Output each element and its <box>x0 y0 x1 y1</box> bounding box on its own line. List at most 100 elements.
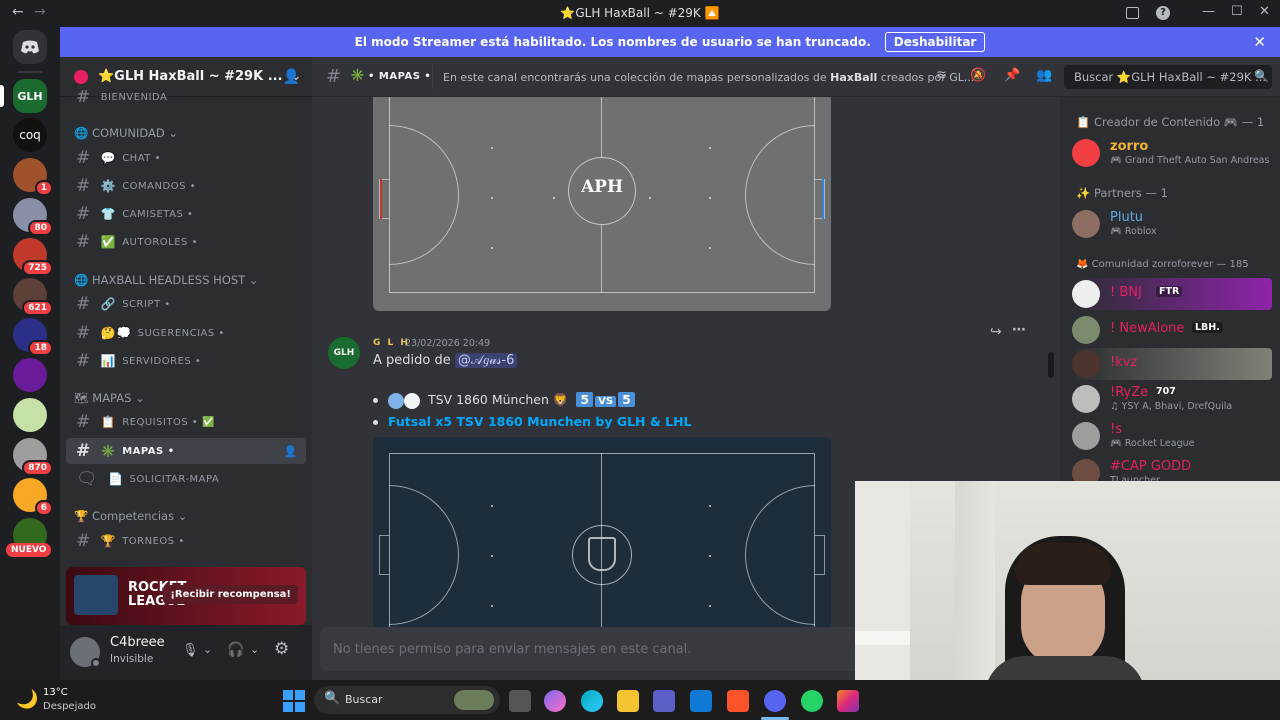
channel-torneos[interactable]: # 🏆 TORNEOS • <box>66 528 306 554</box>
channel-topic[interactable]: En este canal encontrarás una colección … <box>443 71 974 84</box>
discord-home-icon[interactable] <box>13 30 47 64</box>
inbox-icon[interactable] <box>1126 7 1139 19</box>
windows-start-icon[interactable] <box>283 690 305 712</box>
author-avatar[interactable]: GLH <box>328 337 360 369</box>
map-preview-image[interactable] <box>373 437 831 637</box>
mute-bell-icon[interactable]: 🔕 <box>970 68 986 83</box>
channel-mapas[interactable]: # ✳️ MAPAS • 👤 <box>66 438 306 464</box>
username[interactable]: C4breee <box>110 635 165 650</box>
category-competencias[interactable]: 🏆 Competencias ⌄ <box>74 509 187 523</box>
member-item[interactable]: !s 🎮 Rocket League <box>1072 420 1272 454</box>
user-mention[interactable]: @𝒜𝑔𝓊𝓈-6 <box>454 353 518 368</box>
whatsapp-icon[interactable] <box>801 690 823 712</box>
channel-bienvenida[interactable]: # BIENVENIDA <box>66 90 306 104</box>
server-icon-coq[interactable]: coq <box>13 118 47 152</box>
channel-servidores[interactable]: # 📊 SERVIDORES • <box>66 348 306 374</box>
channel-name: • MAPAS • <box>368 71 432 82</box>
avatar <box>1072 350 1100 378</box>
channel-autoroles[interactable]: # ✅ AUTOROLES • <box>66 229 306 255</box>
webcam-overlay <box>855 481 1280 688</box>
task-view-icon[interactable] <box>509 690 531 712</box>
store-icon[interactable] <box>690 690 712 712</box>
channel-comandos[interactable]: # ⚙️ COMANDOS • <box>66 173 306 199</box>
channel-camisetas[interactable]: # 👕 CAMISETAS • <box>66 201 306 227</box>
channel-chat[interactable]: # 💬 CHAT • <box>66 145 306 171</box>
member-list-icon[interactable]: 👥 <box>1036 68 1052 83</box>
server-icon[interactable]: 80 <box>13 198 53 236</box>
copilot-icon[interactable] <box>544 690 566 712</box>
rocket-league-car-icon <box>74 575 118 615</box>
avatar <box>1072 316 1100 344</box>
member-item[interactable]: Plutu 🎮 Roblox <box>1072 208 1272 242</box>
search-icon: 🔍 <box>1254 69 1269 83</box>
gear-icon[interactable]: ⚙ <box>274 639 289 659</box>
scrollbar-thumb[interactable] <box>1048 352 1054 378</box>
server-icon[interactable] <box>13 358 47 392</box>
category-mapas[interactable]: 🗺 MAPAS ⌄ <box>74 391 145 405</box>
maximize-button[interactable]: ☐ <box>1231 4 1243 19</box>
weather-temp[interactable]: 13°C <box>43 687 68 698</box>
message-timestamp: 23/02/2026 20:49 <box>405 338 491 349</box>
status-invisible-icon <box>91 658 101 668</box>
map-link[interactable]: Futsal x5 TSV 1860 Munchen by GLH & LHL <box>388 414 692 429</box>
chevron-down-icon[interactable]: ⌄ <box>250 643 259 656</box>
file-explorer-icon[interactable] <box>617 690 639 712</box>
close-banner-icon[interactable]: ✕ <box>1253 33 1266 51</box>
instagram-icon[interactable] <box>837 690 859 712</box>
category-haxball-headless-host[interactable]: 🌐 HAXBALL HEADLESS HOST ⌄ <box>74 273 259 287</box>
disable-streamer-button[interactable]: Deshabilitar <box>884 32 986 52</box>
aph-logo: APH <box>580 177 624 197</box>
forward-icon[interactable]: ↪ <box>990 324 1002 340</box>
minimize-button[interactable]: — <box>1202 4 1215 19</box>
channel-script[interactable]: # 🔗 SCRIPT • <box>66 291 306 317</box>
channel-sugerencias[interactable]: # 🤔💭 SUGERENCIAS • <box>66 320 306 346</box>
search-input[interactable]: Buscar ⭐GLH HaxBall ~ #29K ... <box>1064 65 1272 89</box>
member-item[interactable]: zorro 🎮 Grand Theft Auto San Andreas <box>1072 137 1272 171</box>
user-panel: C4breee Invisible 🎙 ⌄ 🎧 ⌄ ⚙ <box>60 625 312 680</box>
channel-requisitos[interactable]: # 📋 REQUISITOS • ✅ <box>66 409 306 435</box>
help-icon[interactable]: ? <box>1156 6 1170 20</box>
pin-icon[interactable]: 📌 <box>1004 68 1020 83</box>
invite-icon[interactable]: 👤 <box>284 445 298 458</box>
brave-icon[interactable] <box>727 690 749 712</box>
server-icon[interactable]: 6 <box>13 478 53 516</box>
rocket-league-promo[interactable]: ROCKET LEAGUE ¡Recibir recompensa! <box>66 567 306 625</box>
claim-reward-button[interactable]: ¡Recibir recompensa! <box>163 585 298 604</box>
close-button[interactable]: ✕ <box>1259 4 1270 19</box>
teams-icon[interactable] <box>653 690 675 712</box>
search-icon: 🔍 <box>324 691 341 706</box>
server-icon[interactable]: 1 <box>13 158 53 196</box>
new-badge: NUEVO <box>6 543 52 557</box>
taskbar-search[interactable]: 🔍 Buscar <box>314 686 500 714</box>
discord-taskbar-icon[interactable] <box>764 690 786 712</box>
chevron-down-icon[interactable]: ⌄ <box>203 643 212 656</box>
member-item[interactable]: !RyZe 707 ♫ YSY A, Bhavi, DrefQuila <box>1072 383 1272 417</box>
headphones-icon[interactable]: 🎧 <box>227 642 244 658</box>
member-group-title: 📋 Creador de Contenido 🎮 — 1 <box>1076 115 1265 129</box>
channel-solicitar-mapa[interactable]: 🗨 📄 SOLICITAR-MAPA <box>66 466 306 492</box>
server-icon[interactable]: 870 <box>13 438 53 476</box>
more-options-icon[interactable]: ⋯ <box>1012 322 1026 338</box>
threads-icon[interactable]: ≋ <box>936 68 947 83</box>
map-preview-image[interactable]: APH <box>373 97 831 311</box>
tsv-1860-crest-icon <box>588 537 616 571</box>
server-icon-glh[interactable]: GLH <box>13 79 47 113</box>
member-group-title: 🦊 Comunidad zorroforever — 185 <box>1076 259 1249 270</box>
add-member-icon[interactable]: 👤 <box>283 69 300 85</box>
edge-icon[interactable] <box>581 690 603 712</box>
member-item[interactable]: ! NewAlone LBH. <box>1072 314 1272 348</box>
message-text: A pedido de @𝒜𝑔𝓊𝓈-6 <box>373 353 518 368</box>
server-icon[interactable]: 18 <box>13 318 53 356</box>
server-icon[interactable]: 725 <box>13 238 53 276</box>
member-item[interactable]: ! BNJ FTR <box>1072 278 1272 310</box>
member-item[interactable]: !kvz <box>1072 348 1272 380</box>
list-item: Futsal x5 TSV 1860 Munchen by GLH & LHL <box>373 414 692 429</box>
microphone-icon[interactable]: 🎙 <box>182 643 199 658</box>
category-comunidad[interactable]: 🌐 COMUNIDAD ⌄ <box>74 126 178 140</box>
window-title: ⭐GLH HaxBall ~ #29K 🔼 <box>560 6 720 20</box>
server-icon[interactable] <box>13 398 47 432</box>
server-icon[interactable]: 621 <box>13 278 53 316</box>
title-bar: ← → ⭐GLH HaxBall ~ #29K 🔼 ? — ☐ ✕ <box>0 0 1280 27</box>
clan-tag: FTR <box>1156 286 1183 297</box>
streamer-mode-banner: El modo Streamer está habilitado. Los no… <box>60 27 1280 57</box>
